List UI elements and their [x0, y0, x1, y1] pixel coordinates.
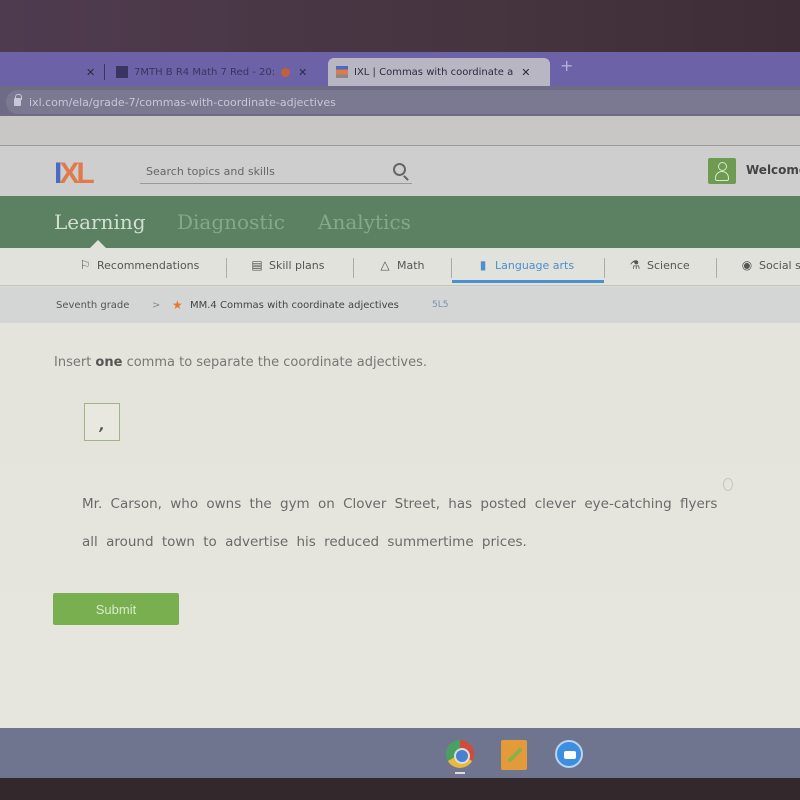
tab-math[interactable]: 7MTH B R4 Math 7 Red - 20: ✕: [108, 58, 315, 86]
book-icon: ▮: [479, 258, 487, 272]
user-avatar-icon[interactable]: [708, 158, 736, 184]
notes-pencil-icon[interactable]: [501, 740, 527, 770]
running-indicator: [455, 772, 465, 774]
web-page: IXL Search topics and skills Welcome Lea…: [0, 116, 800, 728]
subject-nav: ⚐ Recommendations ▤ Skill plans △ Math ▮…: [0, 248, 800, 286]
subnav-separator: [353, 258, 354, 278]
close-tab-icon[interactable]: ✕: [298, 66, 307, 79]
lock-icon: [14, 94, 22, 106]
url-text: ixl.com/ela/grade-7/commas-with-coordina…: [29, 95, 336, 109]
doc-favicon-icon: [116, 66, 128, 78]
new-tab-button[interactable]: +: [560, 56, 573, 75]
screen-bezel-top: [0, 0, 800, 52]
browser-tabstrip: ✕ 7MTH B R4 Math 7 Red - 20: ✕ IXL | Com…: [0, 52, 800, 86]
tab-label: 7MTH B R4 Math 7 Red - 20:: [134, 66, 276, 78]
active-subject-underline: [452, 280, 604, 283]
question-area: Insert one comma to separate the coordin…: [0, 323, 800, 728]
subnav-separator: [451, 258, 452, 278]
recording-dot-icon: [281, 67, 291, 77]
draggable-comma-tile[interactable]: ,: [84, 403, 120, 441]
breadcrumb-separator-icon: >: [152, 299, 161, 311]
breadcrumb-grade[interactable]: Seventh grade: [56, 300, 129, 311]
chrome-icon[interactable]: [446, 740, 474, 768]
subnav-separator: [716, 258, 717, 278]
bookmarks-bar: [0, 116, 800, 146]
welcome-text: Welcome: [746, 163, 800, 177]
search-placeholder: Search topics and skills: [146, 165, 275, 178]
globe-icon: ◉: [741, 258, 753, 272]
zoom-video-icon[interactable]: [555, 740, 583, 768]
search-input[interactable]: Search topics and skills: [140, 160, 412, 184]
subnav-science[interactable]: ⚗ Science: [628, 258, 690, 272]
pyramid-icon: △: [380, 258, 390, 272]
close-tab-icon[interactable]: ✕: [521, 66, 530, 79]
subnav-math[interactable]: △ Math: [378, 258, 424, 272]
tab-ixl[interactable]: IXL | Commas with coordinate a ✕: [328, 58, 550, 86]
signpost-icon: ⚐: [79, 258, 91, 272]
os-shelf: [0, 728, 800, 778]
screen-bezel-bottom: [0, 778, 800, 800]
subnav-skill-plans[interactable]: ▤ Skill plans: [250, 258, 324, 272]
breadcrumb-skill: MM.4 Commas with coordinate adjectives: [190, 299, 399, 311]
breadcrumb: Seventh grade > ★ MM.4 Commas with coord…: [0, 287, 800, 323]
standard-code[interactable]: 5L5: [432, 300, 448, 310]
tab-label: IXL | Commas with coordinate a: [354, 66, 514, 78]
sentence-drop-target[interactable]: Mr. Carson, who owns the gym on Clover S…: [82, 485, 732, 561]
subnav-social-studies[interactable]: ◉ Social s: [740, 258, 800, 272]
ixl-favicon-icon: [336, 66, 348, 78]
search-icon[interactable]: [393, 163, 406, 176]
subnav-recommendations[interactable]: ⚐ Recommendations: [78, 258, 200, 272]
nav-diagnostic[interactable]: Diagnostic: [177, 210, 285, 234]
submit-button[interactable]: Submit: [53, 593, 179, 625]
subnav-separator: [226, 258, 227, 278]
subnav-language-arts[interactable]: ▮ Language arts: [476, 258, 574, 272]
question-instruction: Insert one comma to separate the coordin…: [54, 355, 428, 370]
tab-hidden[interactable]: ✕: [70, 58, 103, 86]
active-nav-caret: [90, 240, 106, 248]
subnav-separator: [604, 258, 605, 278]
ixl-logo[interactable]: IXL: [54, 159, 95, 189]
tab-separator: [104, 64, 105, 80]
nav-learning[interactable]: Learning: [54, 210, 146, 234]
star-icon: ★: [172, 298, 183, 312]
site-header: IXL Search topics and skills Welcome: [0, 146, 800, 196]
clipboard-icon: ▤: [251, 258, 263, 272]
address-bar[interactable]: ixl.com/ela/grade-7/commas-with-coordina…: [6, 90, 800, 114]
close-tab-icon[interactable]: ✕: [86, 66, 95, 79]
flask-icon: ⚗: [629, 258, 641, 272]
main-nav: Learning Diagnostic Analytics: [0, 196, 800, 248]
mouse-cursor-icon: [723, 478, 733, 491]
address-bar-container: ixl.com/ela/grade-7/commas-with-coordina…: [0, 86, 800, 116]
nav-analytics[interactable]: Analytics: [318, 210, 411, 234]
